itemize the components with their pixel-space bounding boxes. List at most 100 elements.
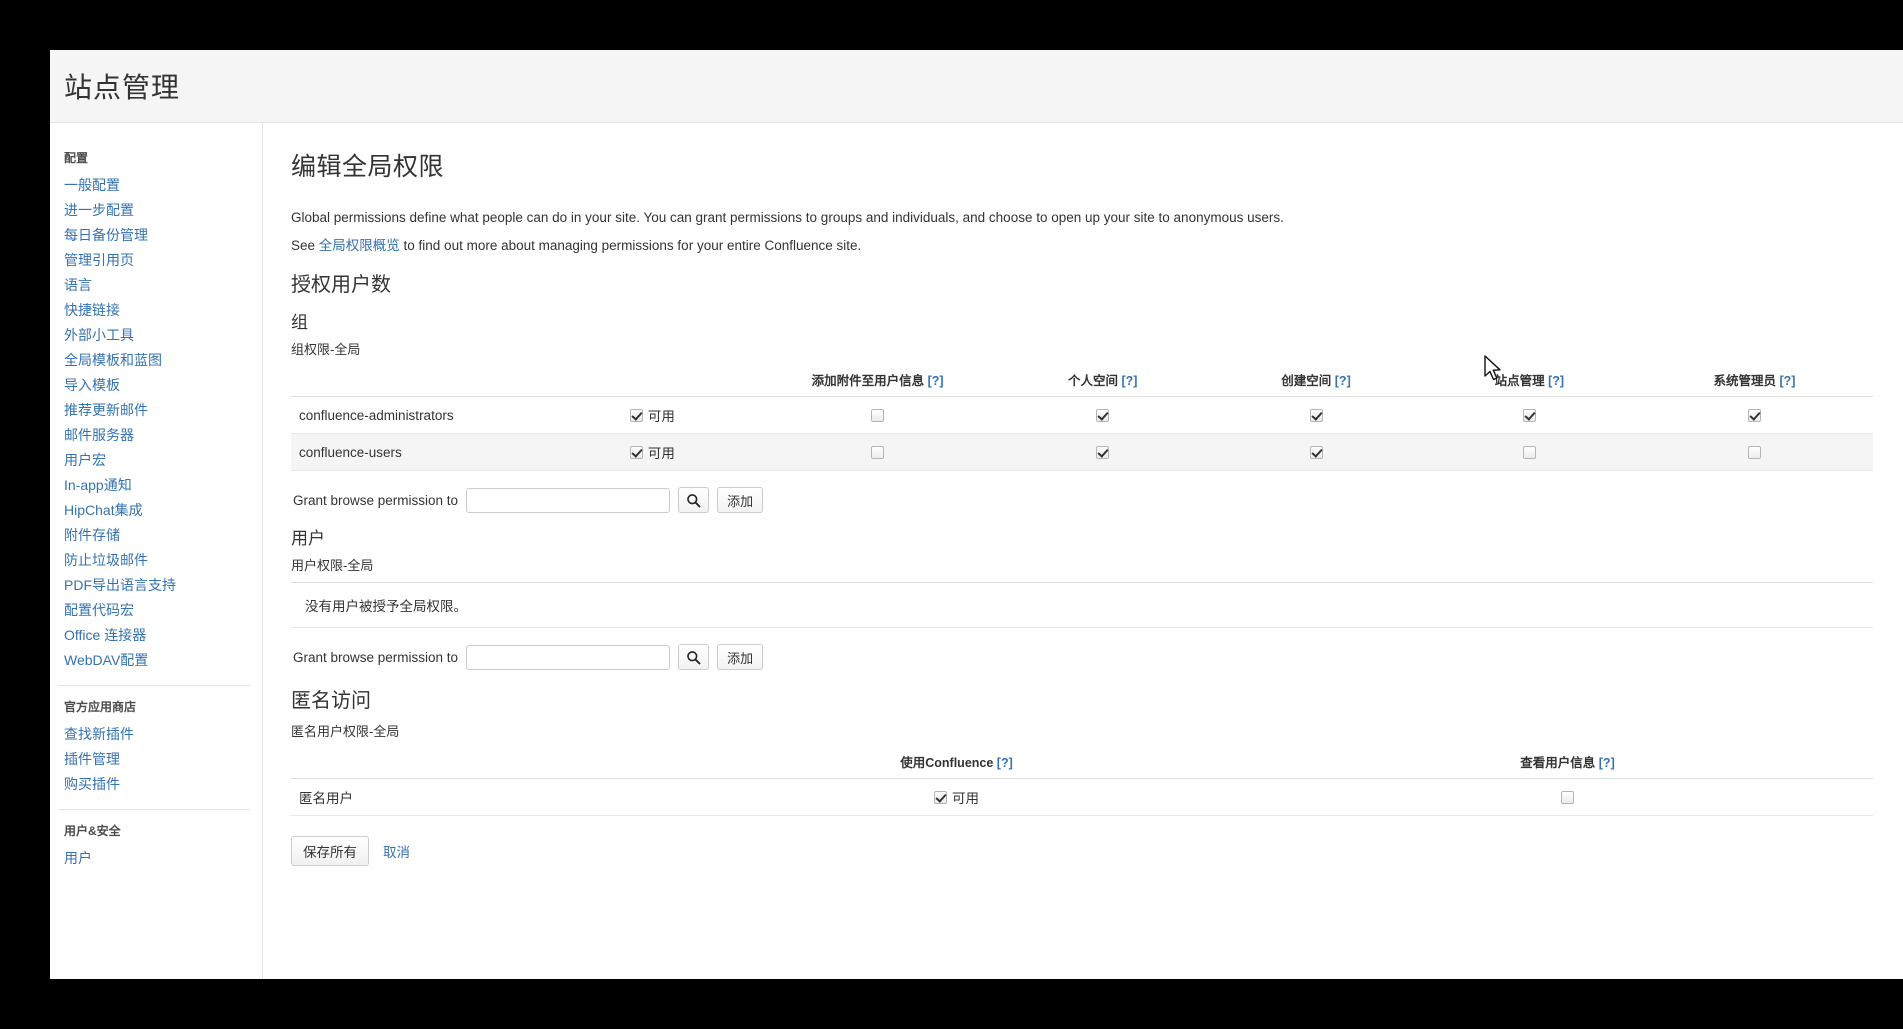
permission-cell-2 [1209,396,1423,434]
grant-group-permission-row: Grant browse permission to 添加 [291,487,1873,513]
main-content: 编辑全局权限 Global permissions define what pe… [263,123,1903,979]
grant-user-input[interactable] [466,644,671,670]
users-caption: 用户权限-全局 [291,558,374,573]
intro-see-prefix: See [291,238,319,253]
table-row: confluence-administrators 可用 [291,396,1873,434]
admin-sidebar: 配置一般配置 进一步配置 每日备份管理 管理引用页 语言 快捷链接 外部小工具 全局模板和蓝图… [50,123,263,979]
anonymous-caption: 匿名用户权限-全局 [291,724,400,739]
column-header-label: 使用Confluence [900,756,994,770]
sidebar-item-1-1[interactable]: 插件管理 [50,747,262,772]
anon-use-confluence-cell: 可用 [651,778,1262,816]
help-icon[interactable]: [?] [1548,374,1564,388]
anon-use-confluence-checkbox[interactable] [934,790,948,804]
sidebar-divider [58,685,250,686]
users-heading: 用户 [291,529,325,548]
sidebar-item-0-12[interactable]: In-app通知 [50,473,262,498]
sidebar-item-0-17[interactable]: 配置代码宏 [50,598,262,623]
sidebar-divider [58,809,250,810]
sidebar-item-0-0[interactable]: 一般配置 [50,173,262,198]
sidebar-item-0-18[interactable]: Office 连接器 [50,623,262,648]
page-title: 站点管理 [64,72,181,103]
permission-checkbox-4[interactable] [1747,445,1761,459]
help-icon[interactable]: [?] [1335,374,1351,388]
column-header-label: 个人空间 [1067,374,1118,388]
permission-checkbox-0[interactable] [871,408,885,422]
group-name-cell: confluence-users [291,433,546,471]
enabled-label: 可用 [952,791,980,806]
help-icon[interactable]: [?] [1779,374,1795,388]
cancel-button[interactable]: 取消 [383,841,410,861]
add-user-button[interactable]: 添加 [717,644,764,670]
permission-checkbox-4[interactable] [1747,408,1761,422]
anon-view-user-profiles-checkbox[interactable] [1561,790,1574,804]
sidebar-item-0-6[interactable]: 外部小工具 [50,323,262,348]
intro-paragraph-1: Global permissions define what people ca… [291,210,1284,225]
groups-heading: 组 [291,313,308,332]
global-permissions-overview-link[interactable]: 全局权限概览 [319,238,400,253]
sidebar-item-1-0[interactable]: 查找新插件 [50,722,262,747]
permission-cell-1 [996,433,1210,471]
permission-cell-4 [1635,433,1873,471]
column-header-0 [291,366,546,397]
sidebar-section-title: 用户&安全 [64,824,121,838]
search-icon-button[interactable] [678,487,710,513]
save-all-button[interactable]: 保存所有 [291,836,369,866]
sidebar-item-0-2[interactable]: 每日备份管理 [50,223,262,248]
body-wrapper: 配置一般配置 进一步配置 每日备份管理 管理引用页 语言 快捷链接 外部小工具 全局模板和蓝图… [50,123,1903,979]
sidebar-item-0-11[interactable]: 用户宏 [50,448,262,473]
permission-checkbox-3[interactable] [1522,445,1536,459]
enabled-label: 可用 [647,446,675,461]
sidebar-item-2-0[interactable]: 用户 [50,846,262,871]
column-header-label: 站点管理 [1494,374,1545,388]
sidebar-item-0-15[interactable]: 防止垃圾邮件 [50,548,262,573]
sidebar-item-1-2[interactable]: 购买插件 [50,772,262,797]
group-permissions-table: 添加附件至用户信息 [?] 个人空间 [?] 创建空间 [?] 站点管理 [?] 系统管… [291,366,1873,471]
sidebar-item-0-19[interactable]: WebDAV配置 [50,648,262,673]
table-row: 匿名用户 可用 [291,778,1873,816]
column-header-1 [545,366,760,397]
help-icon[interactable]: [?] [1599,756,1615,770]
permission-checkbox-2[interactable] [1309,408,1323,422]
groups-caption: 组权限-全局 [291,342,361,357]
use-confluence-checkbox[interactable] [629,408,643,422]
anon-column-header-1: 使用Confluence [?] [651,748,1262,779]
table-header-row: 使用Confluence [?] 查看用户信息 [?] [291,748,1873,779]
grant-group-label: Grant browse permission to [293,492,459,508]
permission-checkbox-1[interactable] [1096,445,1110,459]
sidebar-item-0-5[interactable]: 快捷链接 [50,298,262,323]
sidebar-item-0-3[interactable]: 管理引用页 [50,248,262,273]
sidebar-item-0-16[interactable]: PDF导出语言支持 [50,573,262,598]
permission-checkbox-3[interactable] [1522,408,1536,422]
permission-cell-4 [1635,396,1873,434]
column-header-5: 站点管理 [?] [1422,366,1636,397]
anonymous-permissions-table: 使用Confluence [?] 查看用户信息 [?] 匿名用户 可用 [291,748,1873,816]
table-header-row: 添加附件至用户信息 [?] 个人空间 [?] 创建空间 [?] 站点管理 [?] 系统管… [291,366,1873,397]
enabled-label: 可用 [647,409,675,424]
help-icon[interactable]: [?] [1121,374,1137,388]
content-title: 编辑全局权限 [291,153,445,181]
help-icon[interactable]: [?] [997,756,1013,770]
use-confluence-checkbox[interactable] [629,445,643,459]
permission-checkbox-1[interactable] [1096,408,1110,422]
grant-group-input[interactable] [466,487,671,513]
add-group-button[interactable]: 添加 [717,487,764,513]
column-header-label: 创建空间 [1281,374,1332,388]
sidebar-section-title: 配置 [64,151,89,165]
permission-cell-3 [1422,433,1636,471]
sidebar-item-0-7[interactable]: 全局模板和蓝图 [50,348,262,373]
anon-column-header-2: 查看用户信息 [?] [1262,748,1873,779]
sidebar-item-0-13[interactable]: HipChat集成 [50,498,262,523]
help-icon[interactable]: [?] [928,374,944,388]
permission-checkbox-0[interactable] [871,445,885,459]
sidebar-item-0-9[interactable]: 推荐更新邮件 [50,398,262,423]
column-header-2: 添加附件至用户信息 [?] [759,366,997,397]
sidebar-item-0-4[interactable]: 语言 [50,273,262,298]
sidebar-item-0-10[interactable]: 邮件服务器 [50,423,262,448]
sidebar-item-0-1[interactable]: 进一步配置 [50,198,262,223]
permission-checkbox-2[interactable] [1309,445,1323,459]
table-row: confluence-users 可用 [291,433,1873,471]
permission-cell-3 [1422,396,1636,434]
search-icon-button-users[interactable] [678,644,710,670]
sidebar-item-0-14[interactable]: 附件存储 [50,523,262,548]
sidebar-item-0-8[interactable]: 导入模板 [50,373,262,398]
